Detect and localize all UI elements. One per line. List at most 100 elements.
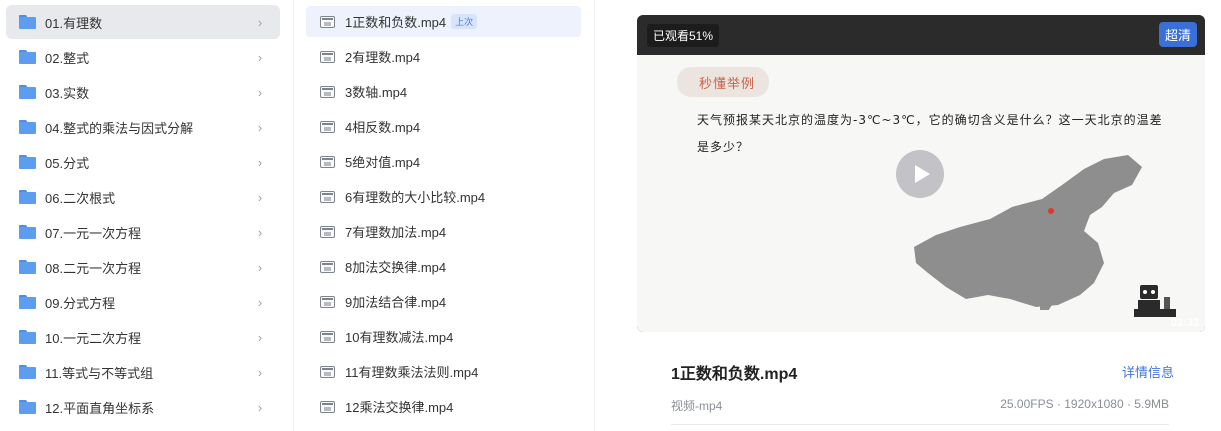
video-file-icon xyxy=(320,260,335,273)
video-heading-text: 秒懂举例 xyxy=(699,77,756,92)
file-label: 10有理数减法.mp4 xyxy=(345,330,454,345)
video-file-icon xyxy=(320,155,335,168)
video-file-icon xyxy=(320,330,335,343)
folder-item[interactable]: 09.分式方程 › xyxy=(6,285,280,319)
file-item[interactable]: 5绝对值.mp4 xyxy=(306,146,581,177)
chevron-right-icon: › xyxy=(257,364,263,380)
folder-label: 11.等式与不等式组 xyxy=(45,365,154,381)
folder-item[interactable]: 07.一元一次方程 › xyxy=(6,215,280,249)
file-label: 5绝对值.mp4 xyxy=(345,155,421,170)
folder-item[interactable]: 05.分式 › xyxy=(6,145,280,179)
folder-label: 05.分式 xyxy=(45,155,90,171)
folder-icon xyxy=(19,330,36,344)
file-item[interactable]: 8加法交换律.mp4 xyxy=(306,251,581,282)
folder-label: 02.整式 xyxy=(45,50,90,66)
folder-item[interactable]: 11.等式与不等式组 › xyxy=(6,355,280,389)
chevron-right-icon: › xyxy=(257,329,263,345)
folder-icon xyxy=(19,50,36,64)
video-duration: 03:33 xyxy=(1170,317,1199,329)
video-file-icon xyxy=(320,120,335,133)
folder-icon xyxy=(19,260,36,274)
chevron-right-icon: › xyxy=(257,49,263,65)
folder-icon xyxy=(19,120,36,134)
folder-item[interactable]: 03.实数 › xyxy=(6,75,280,109)
video-file-icon xyxy=(320,295,335,308)
video-player[interactable]: 已观看51% 超清 秒懂举例 天气预报某天北京的温度为-3℃~3℃，它的确切含义… xyxy=(637,15,1205,332)
video-file-icon xyxy=(320,190,335,203)
chevron-right-icon: › xyxy=(257,14,263,30)
folder-icon xyxy=(19,295,36,309)
folder-icon xyxy=(19,155,36,169)
file-specs: 25.00FPS · 1920x1080 · 5.9MB xyxy=(1000,397,1169,411)
chevron-right-icon: › xyxy=(257,154,263,170)
last-viewed-badge: 上次 xyxy=(451,14,478,29)
file-item[interactable]: 2有理数.mp4 xyxy=(306,41,581,72)
file-label: 2有理数.mp4 xyxy=(345,50,421,65)
file-item[interactable]: 4相反数.mp4 xyxy=(306,111,581,142)
folder-icon xyxy=(19,400,36,414)
folder-label: 10.一元二次方程 xyxy=(45,330,142,346)
file-type: 视频-mp4 xyxy=(671,399,723,413)
video-file-icon xyxy=(320,15,335,28)
file-list: 1正数和负数.mp4 上次 2有理数.mp4 3数轴.mp4 4相反数.mp4 5绝对值.… xyxy=(293,0,595,431)
file-item[interactable]: 6有理数的大小比较.mp4 xyxy=(306,181,581,212)
video-file-icon xyxy=(320,50,335,63)
folder-item[interactable]: 08.二元一次方程 › xyxy=(6,250,280,284)
chevron-right-icon: › xyxy=(257,84,263,100)
watched-progress-badge: 已观看51% xyxy=(647,24,720,47)
video-file-icon xyxy=(320,400,335,413)
chevron-right-icon: › xyxy=(257,189,263,205)
video-frame[interactable]: 秒懂举例 天气预报某天北京的温度为-3℃~3℃，它的确切含义是什么？这一天北京的… xyxy=(637,55,1205,332)
folder-label: 01.有理数 xyxy=(45,15,103,31)
video-file-icon xyxy=(320,365,335,378)
folder-item[interactable]: 12.平面直角坐标系 › xyxy=(6,390,280,424)
chevron-right-icon: › xyxy=(257,224,263,240)
folder-icon xyxy=(19,15,36,29)
folder-label: 08.二元一次方程 xyxy=(45,260,142,276)
file-item[interactable]: 9加法结合律.mp4 xyxy=(306,286,581,317)
folder-icon xyxy=(19,365,36,379)
details-link[interactable]: 详情信息 xyxy=(1122,362,1174,381)
file-item[interactable]: 1正数和负数.mp4 上次 xyxy=(306,6,581,37)
file-label: 12乘法交换律.mp4 xyxy=(345,400,454,415)
file-label: 7有理数加法.mp4 xyxy=(345,225,447,240)
file-item[interactable]: 7有理数加法.mp4 xyxy=(306,216,581,247)
play-icon[interactable] xyxy=(896,150,944,198)
folder-label: 04.整式的乘法与因式分解 xyxy=(45,120,194,136)
file-item[interactable]: 10有理数减法.mp4 xyxy=(306,321,581,352)
file-label: 3数轴.mp4 xyxy=(345,85,408,100)
video-heading-tag: 秒懂举例 xyxy=(677,67,769,97)
file-label: 8加法交换律.mp4 xyxy=(345,260,447,275)
chevron-right-icon: › xyxy=(257,294,263,310)
folder-item[interactable]: 06.二次根式 › xyxy=(6,180,280,214)
video-file-icon xyxy=(320,85,335,98)
file-label: 1正数和负数.mp4 xyxy=(345,15,447,30)
folder-item[interactable]: 01.有理数 › xyxy=(6,5,280,39)
quality-button[interactable]: 超清 xyxy=(1158,22,1197,47)
video-title: 1正数和负数.mp4 xyxy=(671,366,798,383)
folder-label: 12.平面直角坐标系 xyxy=(45,400,155,416)
file-item[interactable]: 3数轴.mp4 xyxy=(306,76,581,107)
chevron-right-icon: › xyxy=(257,259,263,275)
file-item[interactable]: 11有理数乘法法则.mp4 xyxy=(306,356,581,387)
robot-mascot-icon xyxy=(1134,285,1176,317)
file-label: 6有理数的大小比较.mp4 xyxy=(345,190,486,205)
folder-icon xyxy=(19,85,36,99)
folder-list: 01.有理数 › 02.整式 › 03.实数 › 04.整式的乘法与因式分解 › 05.分式 › 0… xyxy=(0,0,292,431)
folder-icon xyxy=(19,225,36,239)
file-label: 11有理数乘法法则.mp4 xyxy=(345,365,479,380)
folder-item[interactable]: 02.整式 › xyxy=(6,40,280,74)
file-label: 4相反数.mp4 xyxy=(345,120,421,135)
folder-label: 06.二次根式 xyxy=(45,190,116,206)
video-file-icon xyxy=(320,225,335,238)
file-label: 9加法结合律.mp4 xyxy=(345,295,447,310)
folder-label: 03.实数 xyxy=(45,85,90,101)
folder-item[interactable]: 10.一元二次方程 › xyxy=(6,320,280,354)
divider xyxy=(671,424,1169,425)
folder-item[interactable]: 04.整式的乘法与因式分解 › xyxy=(6,110,280,144)
folder-label: 09.分式方程 xyxy=(45,295,116,311)
chevron-right-icon: › xyxy=(257,399,263,415)
file-item[interactable]: 12乘法交换律.mp4 xyxy=(306,391,581,422)
chevron-right-icon: › xyxy=(257,119,263,135)
folder-label: 07.一元一次方程 xyxy=(45,225,142,241)
